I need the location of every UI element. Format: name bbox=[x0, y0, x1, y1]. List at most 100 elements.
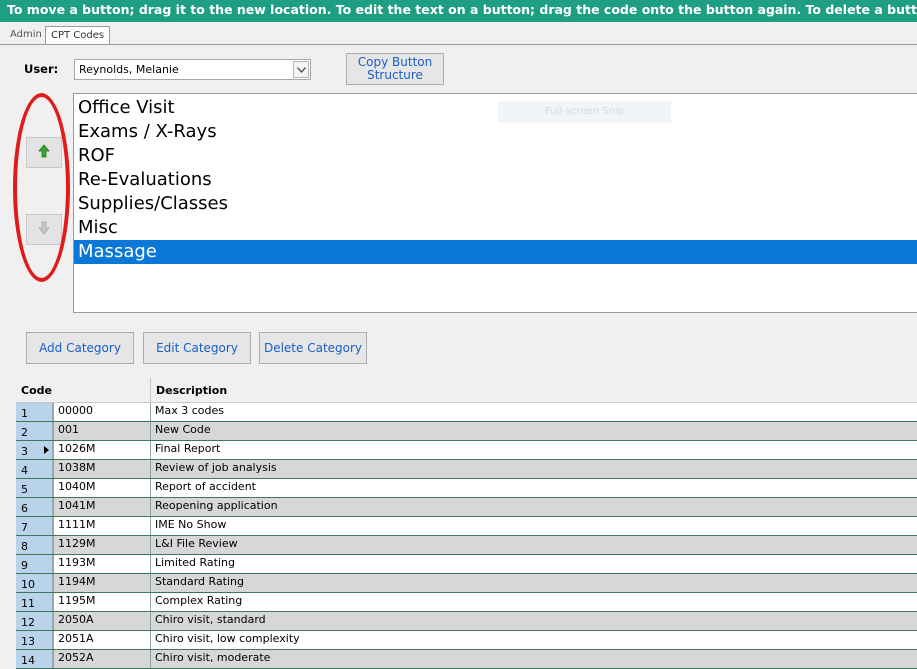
code-cell[interactable]: 2052A bbox=[58, 650, 94, 666]
row-number[interactable]: 6 bbox=[16, 498, 53, 516]
cell-divider bbox=[53, 498, 54, 516]
column-header-code[interactable]: Code bbox=[21, 384, 52, 397]
add-category-button[interactable]: Add Category bbox=[26, 332, 134, 364]
cell-divider bbox=[150, 403, 151, 421]
cpt-codes-grid[interactable]: Code Description 1 00000 Max 3 codes 2 001 Ne… bbox=[16, 378, 917, 669]
row-number[interactable]: 8 bbox=[16, 536, 53, 554]
code-cell[interactable]: 2050A bbox=[58, 612, 94, 628]
table-row[interactable]: 13 2051A Chiro visit, low complexity bbox=[16, 631, 917, 650]
description-cell[interactable]: Standard Rating bbox=[155, 574, 244, 590]
category-item-misc[interactable]: Misc bbox=[74, 216, 917, 240]
row-number[interactable]: 10 bbox=[16, 574, 53, 592]
description-cell[interactable]: Complex Rating bbox=[155, 593, 242, 609]
row-number[interactable]: 11 bbox=[16, 593, 53, 611]
cell-divider bbox=[53, 631, 54, 649]
category-list[interactable]: Office Visit Exams / X-Rays ROF Re-Evalu… bbox=[73, 93, 917, 313]
description-cell[interactable]: Limited Rating bbox=[155, 555, 235, 571]
code-cell[interactable]: 1041M bbox=[58, 498, 96, 514]
code-cell[interactable]: 1026M bbox=[58, 441, 96, 457]
copy-button-structure-button[interactable]: Copy Button Structure bbox=[346, 53, 444, 85]
category-item-office-visit[interactable]: Office Visit bbox=[74, 96, 917, 120]
user-label: User: bbox=[24, 62, 59, 76]
row-number[interactable]: 2 bbox=[16, 422, 53, 440]
cell-divider bbox=[53, 650, 54, 668]
description-cell[interactable]: L&I File Review bbox=[155, 536, 238, 552]
table-row[interactable]: 6 1041M Reopening application bbox=[16, 498, 917, 517]
grid-header: Code Description bbox=[16, 378, 917, 403]
user-dropdown-value: Reynolds, Melanie bbox=[79, 63, 179, 76]
description-cell[interactable]: Chiro visit, moderate bbox=[155, 650, 270, 666]
description-cell[interactable]: Max 3 codes bbox=[155, 403, 224, 419]
description-cell[interactable]: IME No Show bbox=[155, 517, 226, 533]
description-cell[interactable]: Reopening application bbox=[155, 498, 278, 514]
table-row[interactable]: 9 1193M Limited Rating bbox=[16, 555, 917, 574]
table-row[interactable]: 4 1038M Review of job analysis bbox=[16, 460, 917, 479]
chevron-down-icon[interactable] bbox=[293, 61, 309, 78]
row-number[interactable]: 9 bbox=[16, 555, 53, 573]
row-number[interactable]: 13 bbox=[16, 631, 53, 649]
category-item-exams-x-rays[interactable]: Exams / X-Rays bbox=[74, 120, 917, 144]
row-number[interactable]: 12 bbox=[16, 612, 53, 630]
cell-divider bbox=[53, 403, 54, 421]
code-cell[interactable]: 1194M bbox=[58, 574, 96, 590]
description-cell[interactable]: Chiro visit, standard bbox=[155, 612, 266, 628]
cell-divider bbox=[150, 441, 151, 459]
description-cell[interactable]: Review of job analysis bbox=[155, 460, 277, 476]
code-cell[interactable]: 1038M bbox=[58, 460, 96, 476]
code-cell[interactable]: 1195M bbox=[58, 593, 96, 609]
row-number[interactable]: 4 bbox=[16, 460, 53, 478]
edit-category-button[interactable]: Edit Category bbox=[143, 332, 251, 364]
table-row[interactable]: 7 1111M IME No Show bbox=[16, 517, 917, 536]
cell-divider bbox=[53, 441, 54, 459]
delete-category-button[interactable]: Delete Category bbox=[259, 332, 367, 364]
cell-divider bbox=[53, 574, 54, 592]
table-row[interactable]: 11 1195M Complex Rating bbox=[16, 593, 917, 612]
user-dropdown[interactable]: Reynolds, Melanie bbox=[74, 59, 311, 80]
category-item-massage[interactable]: Massage bbox=[74, 240, 917, 264]
description-cell[interactable]: Chiro visit, low complexity bbox=[155, 631, 300, 647]
code-cell[interactable]: 001 bbox=[58, 422, 79, 438]
tab-admin[interactable]: Admin bbox=[5, 26, 47, 45]
description-cell[interactable]: Final Report bbox=[155, 441, 220, 457]
code-cell[interactable]: 1129M bbox=[58, 536, 96, 552]
row-number[interactable]: 5 bbox=[16, 479, 53, 497]
table-row[interactable]: 2 001 New Code bbox=[16, 422, 917, 441]
code-cell[interactable]: 1111M bbox=[58, 517, 96, 533]
cell-divider bbox=[53, 422, 54, 440]
cell-divider bbox=[150, 650, 151, 668]
table-row[interactable]: 5 1040M Report of accident bbox=[16, 479, 917, 498]
full-screen-snip-overlay[interactable]: Full-screen Snip bbox=[498, 101, 671, 123]
row-number[interactable]: 14 bbox=[16, 650, 53, 668]
cell-divider bbox=[53, 593, 54, 611]
code-cell[interactable]: 1193M bbox=[58, 555, 96, 571]
copy-button-label-line2: Structure bbox=[367, 68, 423, 82]
column-header-description[interactable]: Description bbox=[156, 384, 227, 397]
category-item-re-evaluations[interactable]: Re-Evaluations bbox=[74, 168, 917, 192]
table-row[interactable]: 8 1129M L&I File Review bbox=[16, 536, 917, 555]
cell-divider bbox=[150, 536, 151, 554]
cell-divider bbox=[150, 593, 151, 611]
table-row[interactable]: 10 1194M Standard Rating bbox=[16, 574, 917, 593]
table-row[interactable]: 1 00000 Max 3 codes bbox=[16, 403, 917, 422]
code-cell[interactable]: 00000 bbox=[58, 403, 93, 419]
row-number[interactable]: 7 bbox=[16, 517, 53, 535]
cell-divider bbox=[150, 574, 151, 592]
row-number[interactable]: 1 bbox=[16, 403, 53, 421]
table-row[interactable]: 14 2052A Chiro visit, moderate bbox=[16, 650, 917, 669]
cell-divider bbox=[53, 555, 54, 573]
category-item-supplies-classes[interactable]: Supplies/Classes bbox=[74, 192, 917, 216]
cell-divider bbox=[53, 536, 54, 554]
description-cell[interactable]: Report of accident bbox=[155, 479, 256, 495]
cell-divider bbox=[53, 517, 54, 535]
cell-divider bbox=[150, 422, 151, 440]
tab-cpt-codes[interactable]: CPT Codes bbox=[45, 26, 111, 46]
code-cell[interactable]: 1040M bbox=[58, 479, 96, 495]
description-cell[interactable]: New Code bbox=[155, 422, 211, 438]
table-row[interactable]: 3 1026M Final Report bbox=[16, 441, 917, 460]
cell-divider bbox=[150, 517, 151, 535]
table-row[interactable]: 12 2050A Chiro visit, standard bbox=[16, 612, 917, 631]
cell-divider bbox=[53, 479, 54, 497]
tab-bar: Admin CPT Codes bbox=[0, 26, 917, 46]
category-item-rof[interactable]: ROF bbox=[74, 144, 917, 168]
code-cell[interactable]: 2051A bbox=[58, 631, 94, 647]
